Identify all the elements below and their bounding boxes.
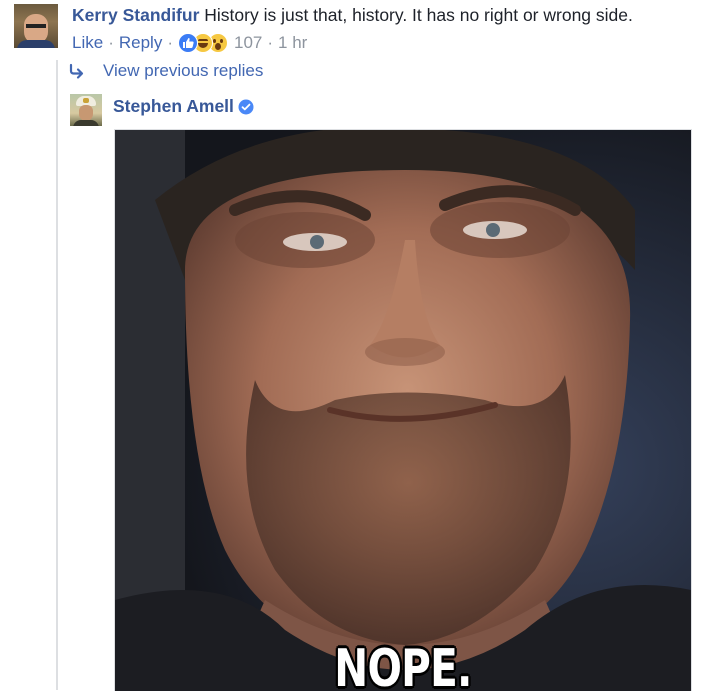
comment-line: Kerry Standifur History is just that, hi…: [72, 4, 633, 26]
avatar[interactable]: [14, 4, 58, 48]
reply-gif[interactable]: NOPE.: [114, 129, 692, 691]
like-icon: [178, 33, 198, 53]
reply-author-row: Stephen Amell: [113, 96, 254, 117]
avatar-face: [79, 105, 93, 121]
avatar-hat-logo: [83, 98, 89, 103]
view-previous-replies[interactable]: View previous replies: [68, 60, 263, 82]
reply-arrow-icon: [69, 63, 84, 79]
avatar[interactable]: [70, 94, 102, 126]
reactions-summary[interactable]: [178, 33, 228, 53]
gif-caption: NOPE.: [334, 639, 472, 691]
like-button[interactable]: Like: [72, 32, 103, 54]
comment-actions: Like · Reply · 107 · 1 hr: [72, 32, 633, 54]
view-previous-label[interactable]: View previous replies: [103, 61, 263, 81]
reply-author-link[interactable]: Stephen Amell: [113, 96, 234, 117]
avatar-glasses: [26, 24, 46, 28]
separator: ·: [267, 33, 274, 52]
comment: Kerry Standifur History is just that, hi…: [14, 4, 702, 56]
gif-image: [115, 130, 691, 691]
avatar-body: [73, 120, 99, 126]
separator: ·: [108, 33, 114, 52]
comment-body: Kerry Standifur History is just that, hi…: [72, 4, 633, 54]
verified-badge-icon: [238, 99, 254, 114]
thread-line: [56, 60, 58, 690]
comment-text: History is just that, history. It has no…: [204, 5, 633, 25]
reaction-count[interactable]: 107: [234, 32, 262, 54]
comment-author-link[interactable]: Kerry Standifur: [72, 5, 199, 25]
comment-timestamp[interactable]: 1 hr: [278, 32, 307, 54]
reply-button[interactable]: Reply: [119, 32, 162, 54]
separator: ·: [167, 33, 173, 52]
avatar-shirt: [17, 40, 55, 48]
